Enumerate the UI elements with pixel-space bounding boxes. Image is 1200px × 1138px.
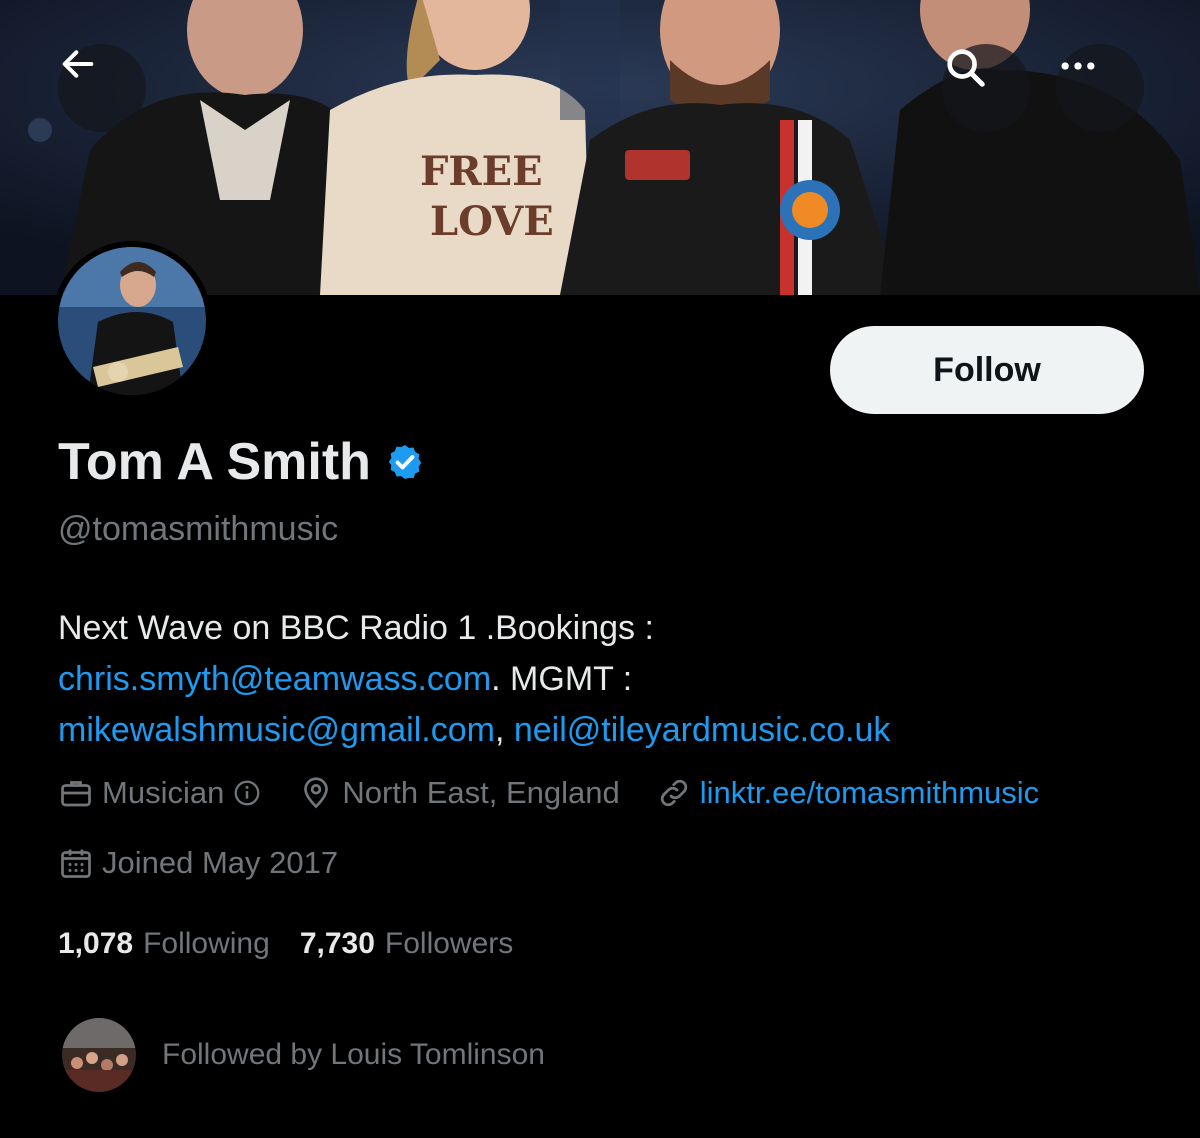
bio-email-link[interactable]: mikewalshmusic@gmail.com [58, 711, 495, 749]
joined-item: Joined May 2017 [58, 845, 338, 881]
joined-row: Joined May 2017 [58, 845, 374, 881]
bio-separator: , [494, 711, 514, 749]
follower-avatar [62, 1018, 136, 1092]
search-button[interactable] [942, 44, 1030, 132]
bio-text: Next Wave on BBC Radio 1 .Bookings : [58, 609, 654, 647]
category-item[interactable]: Musician [58, 775, 262, 811]
followers-label: Followers [384, 927, 514, 960]
profile-bio: Next Wave on BBC Radio 1 .Bookings : chr… [58, 603, 1158, 756]
website-item[interactable]: linktr.ee/tomasmithmusic [656, 775, 1039, 811]
following-label: Following [143, 927, 270, 960]
location-pin-icon [304, 777, 329, 809]
more-horizontal-icon [1061, 62, 1095, 70]
follow-counts: 1,078 Following 7,730 Followers [58, 927, 543, 961]
search-icon [947, 49, 985, 87]
following-link[interactable]: 1,078 Following [58, 927, 270, 961]
calendar-icon [61, 849, 91, 878]
category-label: Musician [102, 775, 225, 810]
back-button[interactable] [58, 44, 146, 132]
followers-link[interactable]: 7,730 Followers [300, 927, 513, 961]
profile-meta: Musician North East, England linktr.ee/t… [58, 775, 1075, 811]
verified-badge-icon[interactable] [385, 442, 425, 482]
followers-count: 7,730 [299, 927, 375, 960]
avatar-image [58, 247, 206, 395]
svg-text:LOVE: LOVE [430, 198, 554, 245]
bio-email-link[interactable]: chris.smyth@teamwass.com [58, 660, 491, 698]
bio-text: . MGMT : [491, 660, 633, 698]
joined-label: Joined May 2017 [102, 845, 339, 880]
follow-button[interactable]: Follow [830, 326, 1144, 414]
follower-avatar-image [62, 1018, 136, 1092]
location-item: North East, England [298, 775, 620, 811]
followed-by-row[interactable]: Followed by Louis Tomlinson [62, 1018, 545, 1092]
followed-by-text: Followed by Louis Tomlinson [162, 1038, 545, 1071]
more-button[interactable] [1056, 44, 1144, 132]
profile-banner[interactable]: FREE LOVE [0, 0, 1200, 295]
banner-image: FREE LOVE [0, 0, 1200, 295]
link-icon [660, 779, 687, 807]
profile-handle: @tomasmithmusic [58, 510, 339, 548]
briefcase-icon [61, 781, 91, 807]
following-count: 1,078 [58, 927, 134, 960]
location-label: North East, England [342, 775, 620, 810]
profile-name: Tom A Smith [58, 432, 425, 492]
bio-email-link[interactable]: neil@tileyardmusic.co.uk [514, 711, 891, 749]
info-icon[interactable] [232, 778, 262, 808]
website-link[interactable]: linktr.ee/tomasmithmusic [700, 775, 1039, 811]
arrow-left-icon [62, 50, 94, 78]
display-name: Tom A Smith [58, 433, 371, 491]
profile-avatar[interactable] [52, 241, 212, 401]
svg-text:FREE: FREE [420, 148, 543, 195]
